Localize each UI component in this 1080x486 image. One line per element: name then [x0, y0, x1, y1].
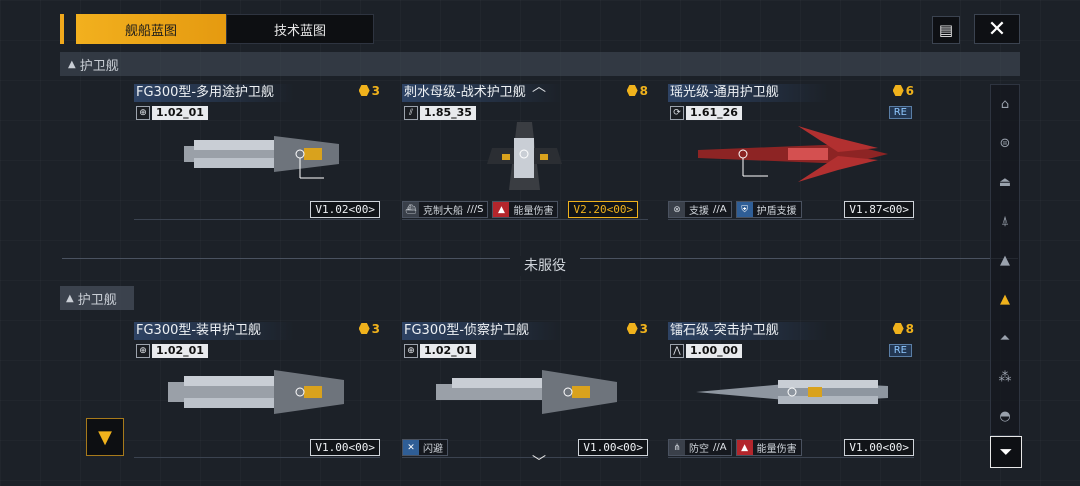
top-bar: 舰船蓝图 技术蓝图	[60, 14, 1020, 44]
card-underline	[134, 457, 380, 458]
emblem-icon: ▼	[98, 426, 112, 448]
battleship-icon[interactable]: ⌂	[991, 85, 1019, 124]
ship-name: FG300型-侦察护卫舰	[402, 322, 562, 340]
ship-tags: ⛴ 克制大船///S ▲ 能量伤害 V2.20<00>	[402, 201, 639, 218]
ship-name: 镭石级-突击护卫舰	[668, 322, 828, 340]
cost-hex-icon	[358, 85, 370, 96]
antenna-icon: ⋀	[670, 344, 684, 358]
document-icon: ▤	[938, 21, 954, 39]
ship-version-label: V1.02<00>	[310, 201, 380, 218]
ship-icon: ⛴	[403, 202, 419, 217]
card-underline	[668, 457, 914, 458]
ship-name: FG300型-多用途护卫舰	[134, 84, 294, 102]
ship-cost: 3	[626, 322, 648, 336]
stripe-icon: ⫽	[404, 106, 418, 120]
swirl-icon: ⟳	[670, 106, 684, 120]
card-underline	[402, 219, 648, 220]
ship-tag: ⊗ 支援//A	[668, 201, 732, 218]
ship-name: FG300型-装甲护卫舰	[134, 322, 294, 340]
ship-tag: ⛴ 克制大船///S	[402, 201, 489, 218]
ship-tag: ▲ 能量伤害	[735, 439, 802, 456]
ship-tag: ⋔ 防空//A	[668, 439, 732, 456]
tab-ship-blueprints[interactable]: 舰船蓝图	[76, 14, 226, 44]
section-label: 护卫舰	[77, 292, 117, 308]
document-button[interactable]: ▤	[932, 16, 960, 44]
top-accent-bar	[60, 14, 64, 44]
ship-image-fg300-recon	[436, 370, 617, 414]
section-header-frigate-inactive[interactable]: ▲ 护卫舰	[60, 286, 134, 310]
squad-icon[interactable]: ⁂	[991, 358, 1019, 397]
ship-card[interactable]: FG300型-侦察护卫舰 3 ⊕ 1.02_01 ✕ 闪避 V1.00<00>	[402, 322, 648, 458]
ship-name: 刺水母级-战术护卫舰	[402, 84, 562, 102]
close-icon: ✕	[987, 16, 1007, 42]
collapse-triangle-icon: ▲	[68, 58, 76, 70]
globe-icon: ⊕	[136, 106, 150, 120]
energy-icon: ▲	[736, 440, 753, 455]
ship-image-fg300-armor	[168, 370, 344, 414]
frigate-icon[interactable]: ▲	[991, 280, 1019, 319]
ship-tag: ▲ 能量伤害	[492, 201, 559, 218]
ship-image-jellyfish-tactical	[487, 122, 562, 190]
shield-icon: ⛨	[736, 202, 753, 217]
ship-image-fg300-multi	[184, 136, 339, 179]
ship-image-leishi	[696, 380, 888, 404]
decommissioned-label: 未服役	[510, 256, 580, 276]
ship-tags: ⋔ 防空//A ▲ 能量伤害	[668, 439, 802, 456]
cruiser-icon[interactable]: ⏏	[991, 163, 1019, 202]
section-label: 护卫舰	[79, 58, 119, 74]
ship-card[interactable]: 镭石级-突击护卫舰 8 ⋀ 1.00_00 RE ⋔ 防空//A ▲ 能量伤害 …	[668, 322, 914, 458]
dodge-icon: ✕	[403, 440, 419, 455]
ship-class-sidebar: ⌂ ⊜ ⏏ ⍋ ▲ ▲ ⏶ ⁂ ◓	[990, 84, 1020, 436]
ship-tags: ✕ 闪避	[402, 439, 448, 456]
ship-version-label: V1.87<00>	[844, 201, 914, 218]
ship-tag: ✕ 闪避	[402, 439, 448, 456]
support-icon: ⊗	[669, 202, 685, 217]
section-header-frigate-active[interactable]: ▲ 护卫舰	[60, 52, 1020, 76]
card-underline	[668, 219, 914, 220]
ship-version-label: V1.00<00>	[310, 439, 380, 456]
ship-image-yaoguang	[698, 126, 888, 182]
fleet-emblem-badge[interactable]: ▼	[86, 418, 124, 456]
scroll-down-chevron-icon[interactable]: ﹀	[532, 452, 546, 472]
fighter-icon[interactable]: ⏶	[991, 319, 1019, 358]
collapse-triangle-icon: ▲	[66, 292, 74, 304]
globe-icon: ⊕	[404, 344, 418, 358]
ship-card[interactable]: FG300型-多用途护卫舰 3 ⊕ 1.02_01 V1.02<00>	[134, 84, 380, 220]
ship-card[interactable]: 瑶光级-通用护卫舰 6 ⟳ 1.61_26 RE ⊗ 支援//A ⛨ 护盾支援 …	[668, 84, 914, 220]
corvette-icon[interactable]: ▲	[991, 241, 1019, 280]
filter-button[interactable]: ⏷	[990, 436, 1022, 468]
ship-name: 瑶光级-通用护卫舰	[668, 84, 828, 102]
cost-hex-icon	[892, 85, 904, 96]
ship-card[interactable]: FG300型-装甲护卫舰 3 ⊕ 1.02_01 V1.00<00>	[134, 322, 380, 458]
cost-hex-icon	[626, 323, 638, 334]
card-underline	[402, 457, 648, 458]
ship-version-label: V2.20<00>	[568, 201, 639, 218]
globe-icon: ⊕	[136, 344, 150, 358]
ship-cost: 6	[892, 84, 914, 98]
card-underline	[134, 219, 380, 220]
cost-hex-icon	[626, 85, 638, 96]
ship-cost: 8	[892, 322, 914, 336]
destroyer-icon[interactable]: ⍋	[991, 202, 1019, 241]
close-button[interactable]: ✕	[974, 14, 1020, 44]
ship-cost: 3	[358, 84, 380, 98]
ship-cost: 3	[358, 322, 380, 336]
energy-icon: ▲	[493, 202, 510, 217]
ship-card[interactable]: 刺水母级-战术护卫舰 8 ⫽ 1.85_35 ⛴ 克制大船///S ▲ 能量伤害…	[402, 84, 648, 220]
filter-icon: ⏷	[999, 442, 1013, 461]
ship-cost: 8	[626, 84, 648, 98]
antiair-icon: ⋔	[669, 440, 685, 455]
tab-tech-blueprints[interactable]: 技术蓝图	[226, 14, 374, 44]
ship-tags: ⊗ 支援//A ⛨ 护盾支援	[668, 201, 802, 218]
ship-tag: ⛨ 护盾支援	[735, 201, 802, 218]
cost-hex-icon	[358, 323, 370, 334]
carrier-icon[interactable]: ⊜	[991, 124, 1019, 163]
ship-version-label: V1.00<00>	[844, 439, 914, 456]
ship-version-label: V1.00<00>	[578, 439, 648, 456]
station-icon[interactable]: ◓	[991, 397, 1019, 436]
cost-hex-icon	[892, 323, 904, 334]
